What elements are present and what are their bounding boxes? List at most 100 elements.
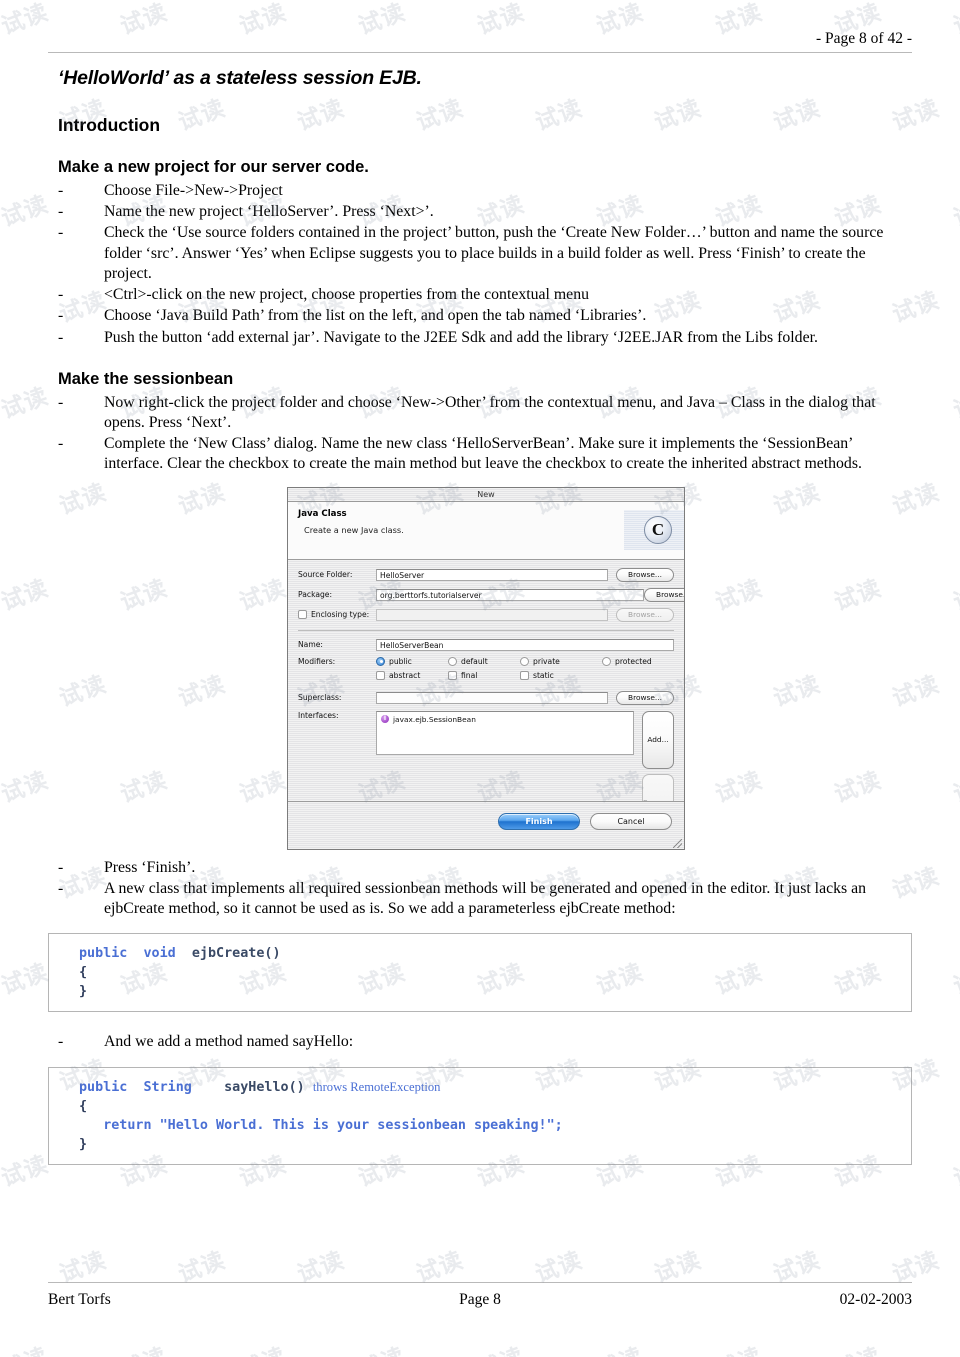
modifier-static-label: static [533,670,554,680]
subsection-heading-make-project: Make a new project for our server code. [58,158,369,176]
modifier-final[interactable]: final [448,670,520,680]
code-open-brace: { [79,965,88,981]
java-class-badge-icon: C [644,515,672,544]
interfaces-add-button[interactable]: Add... [642,710,674,769]
code-method-name-2: sayHello() [224,1079,305,1095]
page-footer: Bert Torfs Page 8 02-02-2003 [48,1282,912,1309]
dialog-title: New [477,489,495,499]
list-item: - Name the new project ‘HelloServer’. Pre… [48,202,912,222]
dialog-heading: Java Class [298,508,347,519]
list-item: - Complete the ‘New Class’ dialog. Name t… [48,434,912,474]
modifiers-row-1: public default private protected [376,656,674,666]
interfaces-label: Interfaces: [298,710,339,720]
list-item-text: Name the new project ‘HelloServer’. Pres… [104,203,434,221]
list-item: - Push the button ‘add external jar’. Nav… [48,328,912,348]
list-item-text: Push the button ‘add external jar’. Navi… [104,328,818,346]
enclosing-type-input[interactable] [376,608,608,621]
bullet-dash: - [58,435,64,453]
footer-page-number: Page 8 [459,1291,501,1308]
bullet-dash: - [58,182,64,199]
footer-row: Bert Torfs Page 8 02-02-2003 [48,1291,912,1309]
package-input[interactable]: org.berttorfs.tutorialserver [376,588,644,601]
list-item-text: Check the ‘Use source folders contained … [104,224,884,282]
modifiers-label: Modifiers: [298,656,336,666]
code-block-ejbcreate: public void ejbCreate() { } [48,933,912,1013]
modifier-static[interactable]: static [520,670,602,680]
list-item-text: Now right-click the project folder and c… [104,393,876,431]
modifier-protected-label: protected [615,656,652,666]
bullet-dash: - [58,286,64,304]
modifier-protected[interactable]: protected [602,656,652,666]
dialog-header: Java Class Create a new Java class. C [288,501,684,560]
bullet-dash: - [58,1033,64,1051]
list-item: - Choose File->New->Project [48,181,912,201]
list-item: - Press ‘Finish’. [48,858,912,878]
code-keyword-void: void [143,946,176,962]
list-item: - Now right-click the project folder and … [48,393,912,433]
project-steps-list: - Choose File->New->Project - Name the new… [48,181,912,348]
bullet-dash: - [58,328,64,346]
code-close-brace-2: } [79,1136,88,1152]
list-item-text: Choose File->New->Project [104,182,283,199]
modifier-abstract-label: abstract [389,670,421,680]
enclosing-type-checkbox[interactable] [298,610,307,620]
radio-protected-icon[interactable] [602,656,611,666]
list-item-text: And we add a method named sayHello: [104,1033,354,1051]
name-label: Name: [298,640,323,650]
list-item[interactable]: I javax.ejb.SessionBean [381,715,629,724]
enclosing-type-browse-button[interactable]: Browse... [616,607,674,622]
embedded-screenshot: New Java Class Create a new Java class. … [48,486,912,852]
enclosing-type-row: Enclosing type: Browse... [298,607,674,622]
list-item-text: Complete the ‘New Class’ dialog. Name th… [104,435,862,473]
source-folder-input[interactable]: HelloServer [376,568,608,581]
modifier-private[interactable]: private [520,656,602,666]
section-heading-introduction: Introduction [58,115,161,135]
bullet-dash: - [58,203,64,221]
dialog-divider-1 [298,629,674,631]
page-indicator: - Page 8 of 42 - [816,30,912,47]
list-item: - <Ctrl>-click on the new project, choose… [48,285,912,305]
bullet-dash: - [58,858,64,876]
code-keyword-string: String [143,1079,192,1095]
finish-button[interactable]: Finish [498,812,580,830]
interfaces-list[interactable]: I javax.ejb.SessionBean [376,710,634,755]
code-keyword-return: return [103,1117,152,1133]
after-dialog-steps-list: - Press ‘Finish’. - A new class that imple… [48,858,912,920]
source-folder-label: Source Folder: [298,570,353,580]
bullet-dash: - [58,224,64,242]
radio-public-icon[interactable] [376,656,385,666]
cancel-button[interactable]: Cancel [590,812,672,830]
modifier-abstract[interactable]: abstract [376,670,448,680]
modifier-default-label: default [461,656,488,666]
source-folder-row: Source Folder: HelloServer Browse... [298,567,674,582]
package-browse-button[interactable]: Browse... [644,587,684,602]
modifier-public[interactable]: public [376,656,448,666]
modifier-public-label: public [389,656,412,666]
dialog-footer: Finish Cancel [288,800,684,849]
class-name-input[interactable]: HelloServerBean [376,638,674,651]
radio-private-icon[interactable] [520,656,529,666]
enclosing-type-label: Enclosing type: [311,610,370,620]
source-folder-browse-button[interactable]: Browse... [616,567,674,582]
checkbox-final-icon[interactable] [448,670,457,680]
superclass-input[interactable] [376,691,608,704]
badge-letter: C [651,519,665,539]
interface-name: javax.ejb.SessionBean [393,714,476,724]
list-item-text: Choose ‘Java Build Path’ from the list o… [104,307,647,325]
modifiers-row: Modifiers: public default private protec… [298,656,674,685]
checkbox-abstract-icon[interactable] [376,670,385,680]
superclass-browse-button[interactable]: Browse... [616,690,674,705]
resize-grip-icon[interactable] [673,838,682,848]
radio-default-icon[interactable] [448,656,457,666]
package-row: Package: org.berttorfs.tutorialserver Br… [298,587,684,602]
checkbox-static-icon[interactable] [520,670,529,680]
sessionbean-steps-list: - Now right-click the project folder and … [48,393,912,475]
bullet-dash: - [58,307,64,325]
superclass-label: Superclass: [298,693,342,703]
subsection-heading-make-sessionbean: Make the sessionbean [58,369,234,388]
list-item: - A new class that implements all require… [48,879,912,919]
modifier-default[interactable]: default [448,656,520,666]
code-string-literal: "Hello World. This is your sessionbean s… [159,1117,563,1133]
code-method-name: ejbCreate() [191,946,281,962]
